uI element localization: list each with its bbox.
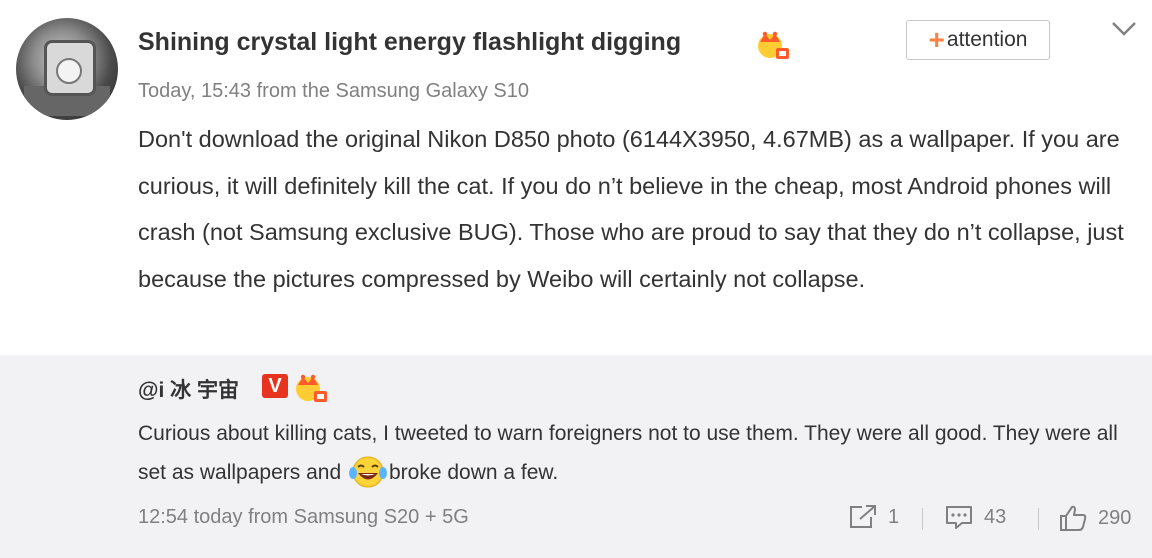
plus-icon: + [928,24,945,55]
comment-count: 43 [984,505,1007,528]
post-username[interactable]: Shining crystal light energy flashlight … [138,28,681,57]
like-icon [1060,505,1087,531]
repost-icon [850,505,876,528]
avatar[interactable] [16,18,118,120]
crown-badge-icon [296,374,327,402]
divider [922,508,923,530]
repost-text-part: Curious about killing cats, I tweeted to… [138,422,1118,484]
comment-button[interactable]: 43 [944,504,1006,530]
follow-button-label: attention [946,28,1028,51]
post-text: Don't download the original Nikon D850 p… [138,126,1124,292]
post-meta: Today, 15:43 from the Samsung Galaxy S10 [138,80,529,102]
like-button[interactable]: 290 [1058,504,1131,532]
laughing-tears-emoji-icon [348,456,387,488]
verified-badge-icon: V [262,374,288,398]
repost-button[interactable]: 1 [848,504,899,530]
repost-text-part: broke down a few. [388,461,559,484]
divider [1038,508,1039,530]
avatar-shape [56,58,82,84]
repost-meta: 12:54 today from Samsung S20 + 5G [138,506,469,528]
like-count: 290 [1098,506,1132,529]
repost-text: Curious about killing cats, I tweeted to… [138,414,1128,492]
repost-username[interactable]: @i 冰 宇宙 [138,374,239,404]
follow-button[interactable]: + attention [906,20,1050,60]
crown-badge-icon [758,31,789,59]
chevron-down-icon[interactable] [1110,18,1138,40]
repost-count: 1 [888,505,900,528]
comment-icon [946,506,972,529]
